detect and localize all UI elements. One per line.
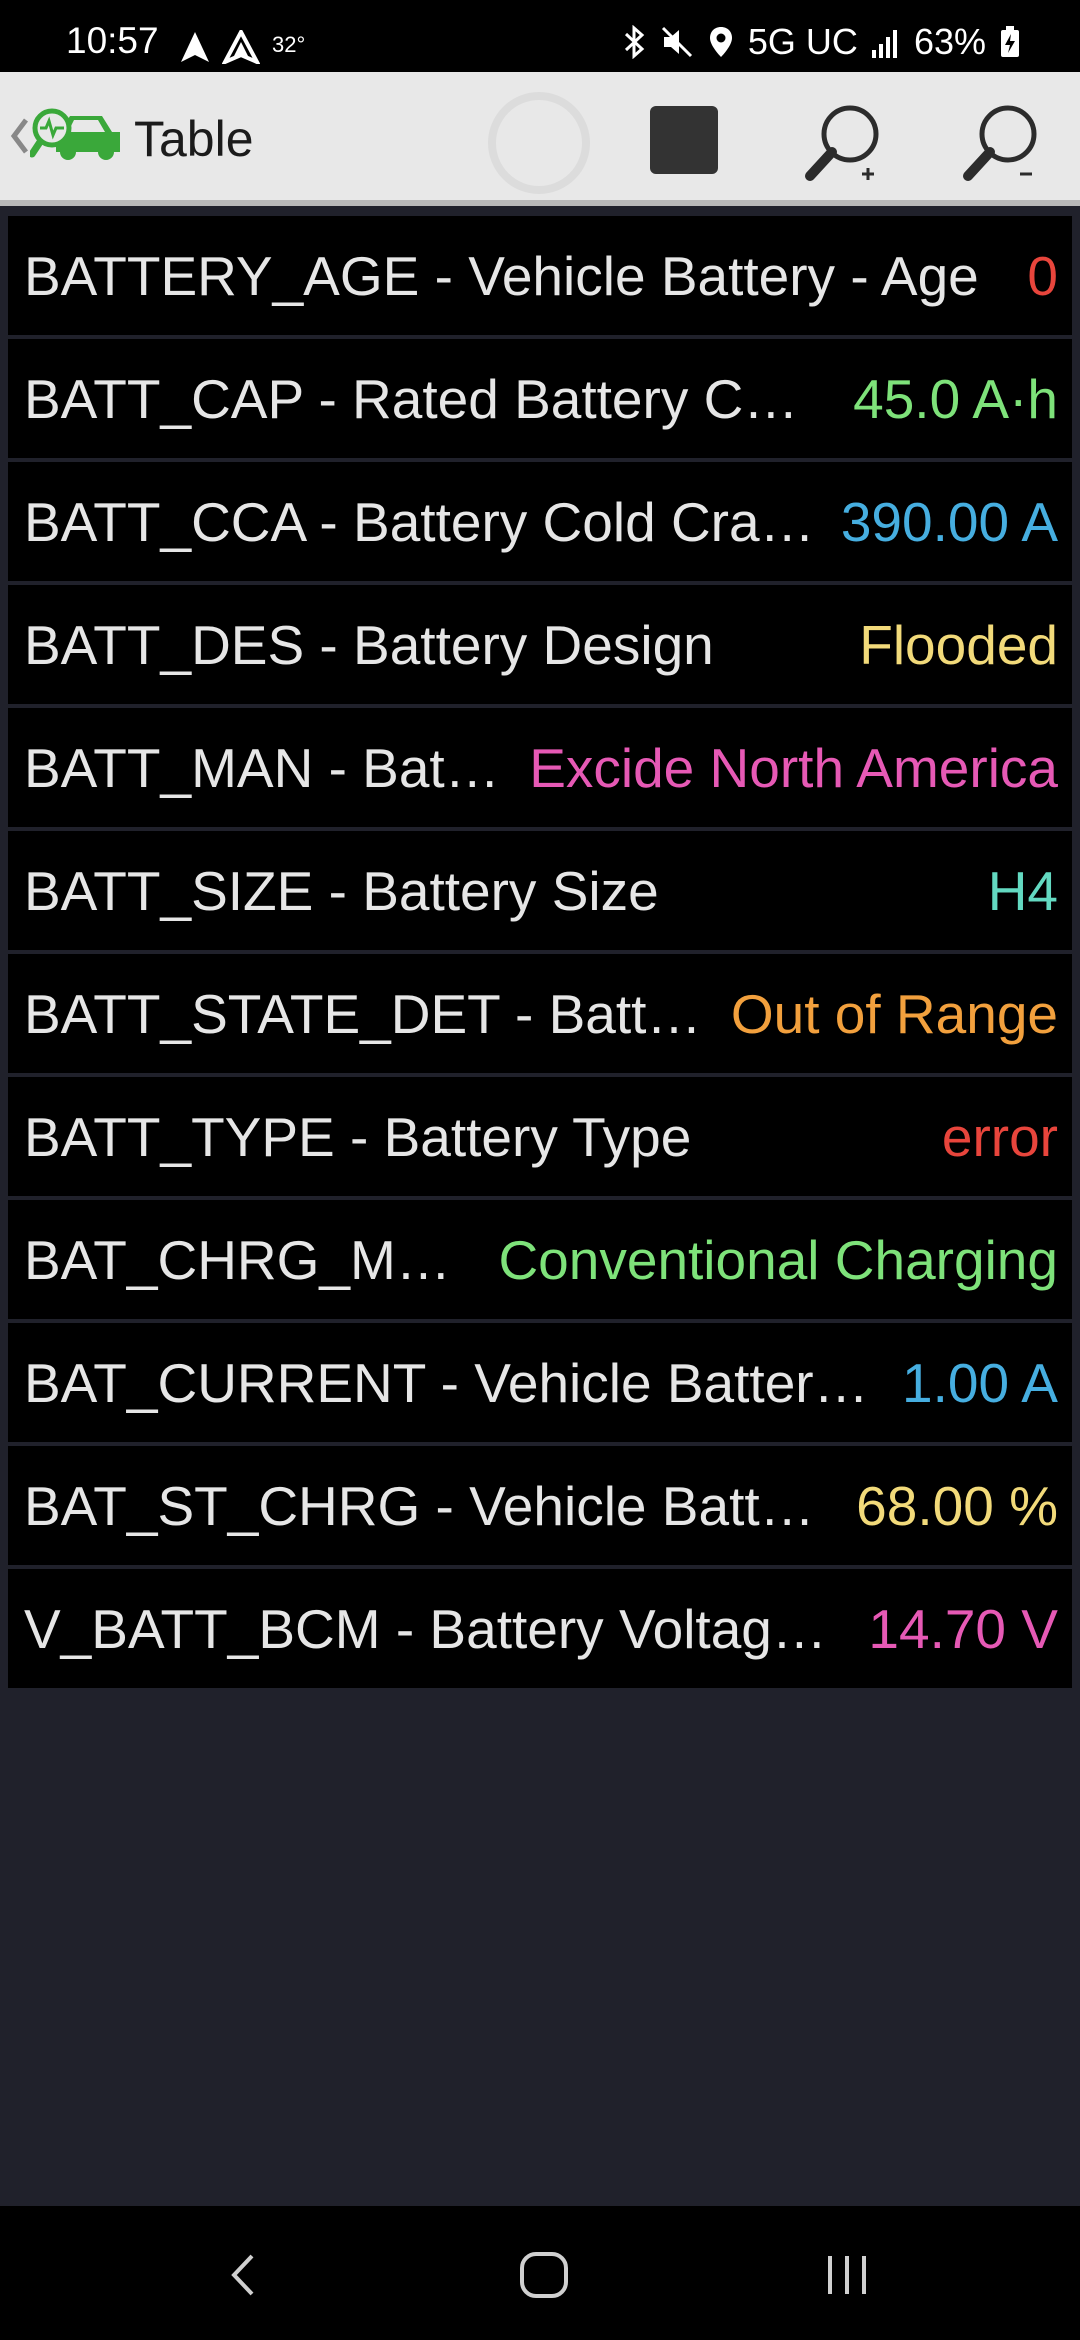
row-value: 1.00 A [902, 1351, 1058, 1414]
row-label: BATT_STATE_DET - Battery State Detection [24, 982, 731, 1045]
table-row[interactable]: BAT_CHRG_MODE - Battery Charging ModeCon… [8, 1200, 1072, 1319]
status-bar: 10:57 32° 5G UC 63% [0, 0, 1080, 72]
table-row[interactable]: BATT_CAP - Rated Battery Capacity 45.0 A·… [8, 339, 1072, 458]
row-label: BATT_DES - Battery Design [24, 613, 714, 676]
row-value: H4 [987, 859, 1058, 922]
row-label: V_BATT_BCM - Battery Voltage BCM [24, 1597, 869, 1660]
row-label: BAT_CHRG_MODE - Battery Charging Mode [24, 1228, 499, 1291]
row-value: 0 [1027, 244, 1058, 307]
stop-button[interactable] [650, 106, 718, 174]
table-view[interactable]: BATTERY_AGE - Vehicle Battery - Age 0 BATT… [0, 206, 1080, 2206]
table-row[interactable]: BATT_STATE_DET - Battery State Detection… [8, 954, 1072, 1073]
row-label: BATT_CAP - Rated Battery Capacity [24, 367, 854, 430]
row-value: Conventional Charging [498, 1228, 1058, 1291]
zoom-in-icon[interactable] [804, 102, 884, 184]
table-row[interactable]: V_BATT_BCM - Battery Voltage BCM 14.70 V [8, 1569, 1072, 1688]
signal-icon [871, 30, 897, 58]
row-label: BATTERY_AGE - Vehicle Battery - Age [24, 244, 979, 307]
location-icon [709, 27, 732, 57]
row-label: BATT_SIZE - Battery Size [24, 859, 659, 922]
row-value: Out of Range [730, 982, 1058, 1045]
navigation-icon [181, 32, 209, 62]
network-type: 5G UC [747, 21, 858, 62]
row-value: error [941, 1105, 1058, 1168]
status-temperature: 32° [272, 32, 306, 57]
app-bar: Table [0, 72, 1080, 206]
recents-icon[interactable] [822, 2248, 872, 2302]
bluetooth-icon [624, 25, 645, 59]
page-title: Table [134, 111, 254, 167]
row-value: 68.00 % [856, 1474, 1058, 1537]
row-label: BAT_ST_CHRG - Vehicle Battery State of C… [24, 1474, 856, 1537]
row-label: BATT_MAN - Battery Manufacturer [24, 736, 530, 799]
zoom-out-icon[interactable] [962, 102, 1042, 184]
row-value: 14.70 V [868, 1597, 1058, 1660]
mute-icon [661, 26, 692, 58]
table-row[interactable]: BATTERY_AGE - Vehicle Battery - Age 0 [8, 216, 1072, 335]
car-diagnostic-logo-icon [30, 108, 120, 160]
table-row[interactable]: BATT_DES - Battery Design Flooded [8, 585, 1072, 704]
navigation-outline-icon [222, 30, 260, 64]
row-value: Excide North America [529, 736, 1058, 799]
back-icon[interactable] [222, 2248, 262, 2302]
status-time: 10:57 [66, 20, 159, 61]
table-row[interactable]: BAT_ST_CHRG - Vehicle Battery State of C… [8, 1446, 1072, 1565]
row-value: 390.00 A [840, 490, 1058, 553]
battery-percent: 63% [913, 21, 986, 62]
back-chevron-icon[interactable] [8, 112, 32, 160]
battery-charging-icon [1001, 26, 1019, 57]
table-row[interactable]: BATT_CCA - Battery Cold Cranking Amps390… [8, 462, 1072, 581]
row-value: 45.0 A·h [853, 367, 1058, 430]
row-label: BATT_TYPE - Battery Type [24, 1105, 692, 1168]
row-value: Flooded [859, 613, 1058, 676]
loading-spinner-icon [488, 92, 590, 194]
row-label: BAT_CURRENT - Vehicle Battery Current [24, 1351, 902, 1414]
table-row[interactable]: BAT_CURRENT - Vehicle Battery Current1.0… [8, 1323, 1072, 1442]
table-row[interactable]: BATT_MAN - Battery ManufacturerExcide No… [8, 708, 1072, 827]
table-row[interactable]: BATT_SIZE - Battery Size H4 [8, 831, 1072, 950]
table-rows: BATTERY_AGE - Vehicle Battery - Age 0 BATT… [8, 216, 1072, 1692]
row-label: BATT_CCA - Battery Cold Cranking Amps [24, 490, 841, 553]
system-navigation-bar [0, 2206, 1080, 2340]
status-right-cluster: 5G UC 63% [622, 21, 1020, 62]
home-icon[interactable] [518, 2248, 570, 2302]
table-row[interactable]: BATT_TYPE - Battery Type error [8, 1077, 1072, 1196]
